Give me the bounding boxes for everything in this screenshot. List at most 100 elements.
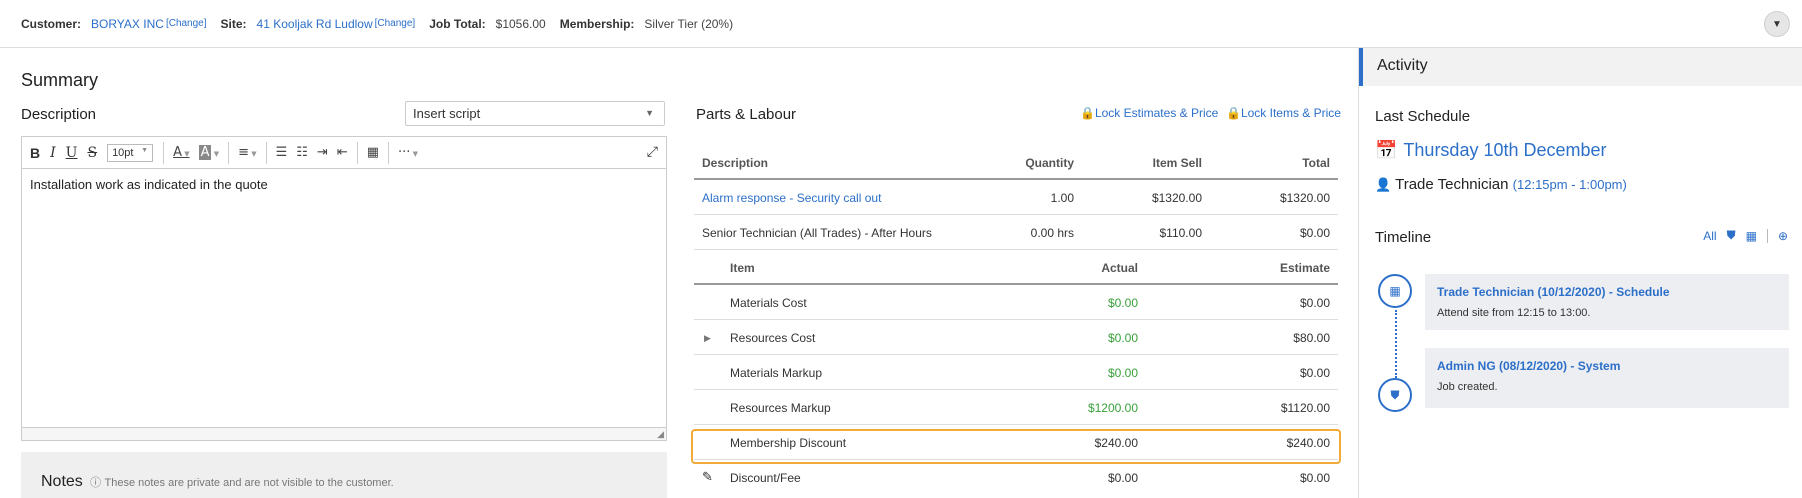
total-cell: $0.00	[1299, 226, 1330, 240]
user-icon: 👤	[1375, 177, 1392, 192]
item-cell: Materials Cost	[730, 296, 807, 310]
table-row: ✎ Discount/Fee $0.00 $0.00	[694, 460, 1338, 495]
chevron-down-icon: ▼	[1772, 18, 1782, 30]
parts-labour-title: Parts & Labour	[696, 106, 797, 123]
estimate-cell: $0.00	[1299, 471, 1330, 485]
toolbar-divider	[265, 141, 267, 164]
underline-icon[interactable]: U	[66, 145, 78, 161]
schedule-tech: 👤 Trade Technician (12:15pm - 1:00pm)	[1375, 176, 1627, 193]
shield-icon: ⛊	[1378, 378, 1412, 412]
bold-icon[interactable]: B	[30, 145, 40, 161]
col-description: Description	[702, 156, 769, 170]
timeline-entry-title[interactable]: Admin NG (08/12/2020) - System	[1437, 359, 1777, 373]
table-icon[interactable]: ▦	[367, 145, 379, 160]
resize-handle-icon[interactable]: ◢	[657, 429, 664, 440]
item-cell: Resources Markup	[730, 401, 831, 415]
job-total-value: $1056.00	[495, 16, 546, 31]
membership-value: Silver Tier (20%)	[644, 16, 734, 31]
col-actual: Actual	[1101, 261, 1138, 275]
line-item-link[interactable]: Alarm response - Security call out	[702, 191, 881, 205]
table-header-row: Description Quantity Item Sell Total	[694, 145, 1338, 180]
more-icon[interactable]: ··· ▼	[398, 145, 418, 160]
toolbar-divider	[163, 141, 165, 164]
selected-row-highlight	[691, 429, 1341, 464]
site-link[interactable]: 41 Kooljak Rd Ludlow	[257, 17, 373, 31]
fullscreen-icon[interactable]: ⤢	[647, 144, 658, 160]
customer-link[interactable]: BORYAX INC	[91, 17, 164, 31]
job-header-bar: Customer: BORYAX INC [Change] Site: 41 K…	[0, 0, 1802, 48]
expand-arrow-icon[interactable]: ▶	[704, 333, 711, 344]
strikethrough-icon[interactable]: S	[87, 145, 97, 161]
item-cell: Materials Markup	[730, 366, 823, 380]
item-cell: Resources Cost	[730, 331, 816, 345]
item-sell-cell: $1320.00	[1151, 191, 1202, 205]
actual-cell: $0.00	[1107, 471, 1138, 485]
site-change-link[interactable]: [Change]	[375, 18, 416, 29]
line-item-label: Senior Technician (All Trades) - After H…	[702, 226, 932, 240]
insert-script-select[interactable]: Insert script ▼	[405, 101, 665, 126]
col-total: Total	[1302, 156, 1330, 170]
info-icon: ⓘ	[90, 477, 102, 489]
site-label: Site:	[220, 16, 247, 31]
insert-script-value: Insert script	[413, 106, 481, 121]
schedule-date-link[interactable]: 📅 Thursday 10th December	[1375, 140, 1607, 161]
indent-icon[interactable]: ⇥	[317, 145, 328, 160]
outdent-icon[interactable]: ⇤	[337, 145, 348, 160]
schedule-time: (12:15pm - 1:00pm)	[1512, 177, 1627, 192]
table-row: Senior Technician (All Trades) - After H…	[694, 215, 1338, 250]
font-size-value: 10pt	[112, 146, 134, 159]
estimate-cell: $0.00	[1299, 296, 1330, 310]
bullet-list-icon[interactable]: ☰	[276, 145, 288, 160]
timeline-entry-title[interactable]: Trade Technician (10/12/2020) - Schedule	[1437, 285, 1777, 299]
schedule-date: Thursday 10th December	[1403, 140, 1607, 160]
table-row: Materials Markup $0.00 $0.00	[694, 355, 1338, 390]
calendar-icon[interactable]: ▦	[1746, 229, 1757, 243]
toolbar-divider	[388, 141, 390, 164]
actual-cell: $0.00	[1107, 366, 1138, 380]
shield-icon[interactable]: ⛊	[1727, 228, 1736, 243]
activity-panel: Activity Last Schedule 📅 Thursday 10th D…	[1358, 48, 1802, 498]
actual-cell: $0.00	[1107, 296, 1138, 310]
font-size-select[interactable]: 10pt ▼	[107, 143, 154, 162]
filter-divider	[1766, 228, 1768, 243]
editor-content[interactable]: Installation work as indicated in the qu…	[22, 169, 666, 425]
calendar-icon: ▦	[1378, 274, 1412, 308]
highlight-color-icon[interactable]: A ▼	[198, 145, 219, 160]
notes-section: Notes ⓘ These notes are private and are …	[21, 452, 667, 498]
item-sell-cell: $110.00	[1159, 226, 1203, 240]
numbered-list-icon[interactable]: ☷	[296, 145, 308, 160]
col-estimate: Estimate	[1279, 261, 1330, 275]
lock-items-link[interactable]: 🔒Lock Items & Price	[1226, 106, 1341, 120]
italic-icon[interactable]: I	[50, 145, 56, 161]
quantity-cell: 1.00	[1050, 191, 1074, 205]
description-editor: B I U S 10pt ▼ A ▼ A ▼ ≡ ▼ ☰ ☷ ⇥ ⇤ ▦ ··· …	[21, 136, 667, 441]
filter-all[interactable]: All	[1703, 229, 1716, 243]
table-row: Resources Markup $1200.00 $1120.00	[694, 390, 1338, 425]
item-cell: Discount/Fee	[730, 471, 801, 485]
timeline-entry: Admin NG (08/12/2020) - System Job creat…	[1425, 348, 1789, 408]
timeline-entry-detail: Job created.	[1437, 381, 1498, 393]
timeline-filters: All ⛊ ▦ ⊕	[1703, 228, 1788, 243]
col-quantity: Quantity	[1025, 156, 1074, 170]
last-schedule-label: Last Schedule	[1375, 108, 1471, 125]
customer-label: Customer:	[21, 16, 82, 31]
timeline-label: Timeline	[1375, 229, 1432, 246]
pencil-icon[interactable]: ✎	[702, 469, 713, 485]
toolbar-divider	[356, 141, 358, 164]
align-left-icon[interactable]: ≡ ▼	[238, 145, 257, 160]
table-row: Alarm response - Security call out 1.00 …	[694, 180, 1338, 215]
estimate-cell: $0.00	[1299, 366, 1330, 380]
text-color-icon[interactable]: A ▼	[173, 145, 190, 160]
col-item: Item	[730, 261, 755, 275]
col-item-sell: Item Sell	[1152, 156, 1202, 170]
customer-change-link[interactable]: [Change]	[166, 18, 207, 29]
notes-title: Notes	[41, 473, 83, 490]
table-row: ▶ Resources Cost $0.00 $80.00	[694, 320, 1338, 355]
toolbar-divider	[228, 141, 230, 164]
job-total-label: Job Total:	[429, 16, 486, 31]
add-icon[interactable]: ⊕	[1778, 229, 1788, 243]
lock-estimates-link[interactable]: 🔒Lock Estimates & Price	[1080, 106, 1218, 120]
header-dropdown-button[interactable]: ▼	[1764, 11, 1790, 37]
description-label: Description	[21, 106, 97, 123]
lock-estimates-label: Lock Estimates & Price	[1094, 106, 1219, 120]
